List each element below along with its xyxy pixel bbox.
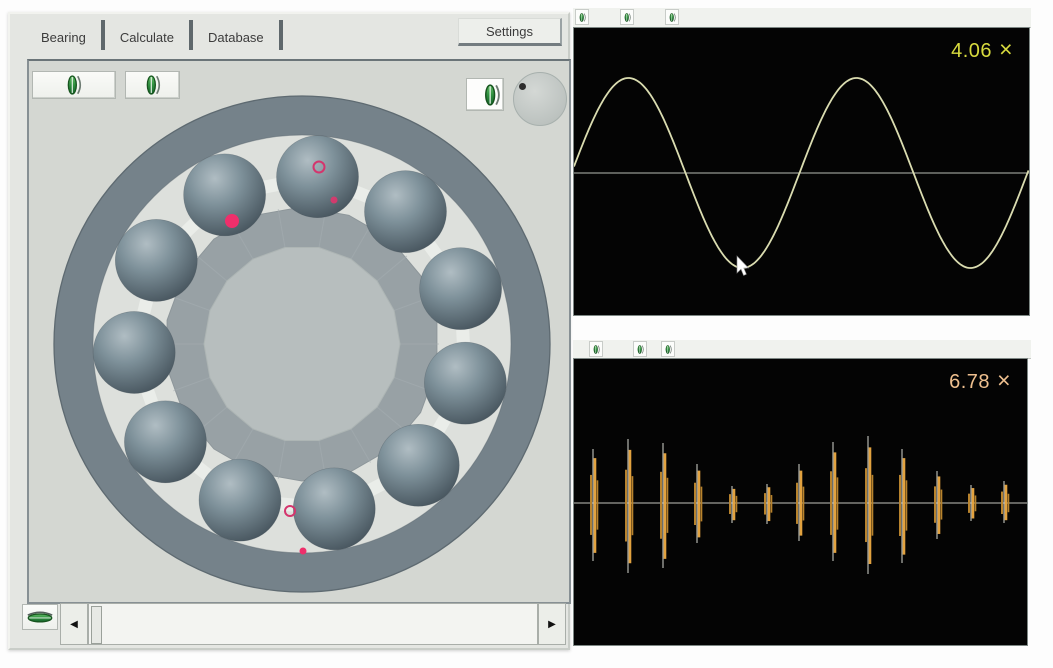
time-signal-scope: 4.06× (573, 27, 1030, 316)
impulse-signal-scope: 6.78× (573, 358, 1028, 646)
mouse-cursor-icon (737, 256, 749, 276)
scope1-multiplier: 4.06× (951, 36, 1013, 63)
transducer-icon (664, 343, 673, 356)
bearing-app-panel: Bearing Calculate Database Settings (8, 12, 570, 650)
knob-indicator-dot (519, 83, 526, 90)
scrollbar-thumb[interactable] (91, 606, 102, 644)
transducer-icon (143, 73, 163, 97)
times-symbol: × (997, 367, 1011, 393)
tab-calculate[interactable]: Calculate (107, 30, 187, 45)
mini-probe-button[interactable] (661, 341, 675, 357)
probe-button-3[interactable] (466, 78, 504, 111)
tab-bearing[interactable]: Bearing (28, 30, 99, 45)
tab-separator (279, 20, 283, 50)
scope2-toolbar (573, 340, 1031, 359)
tab-separator (189, 20, 193, 50)
probe-button-1[interactable] (32, 71, 116, 99)
mini-probe-button[interactable] (633, 341, 647, 357)
scrollbar-track[interactable] (88, 603, 538, 645)
bearing-viewport (27, 59, 571, 604)
scope1-toolbar (573, 8, 1031, 28)
transducer-icon (481, 82, 503, 108)
scroll-row: ◀ ▶ (10, 600, 568, 648)
sine-wave-display (574, 28, 1029, 315)
probe-button-2[interactable] (125, 71, 180, 99)
transducer-icon (636, 343, 645, 356)
mini-probe-button[interactable] (665, 9, 679, 25)
tab-database[interactable]: Database (195, 30, 277, 45)
transducer-icon (668, 11, 677, 24)
right-arrow-icon: ▶ (548, 619, 556, 630)
mini-probe-button[interactable] (620, 9, 634, 25)
scope2-multiplier: 6.78× (949, 367, 1011, 394)
tab-separator (101, 20, 105, 50)
app-window: Bearing Calculate Database Settings (0, 0, 1053, 668)
scroll-right-button[interactable]: ▶ (538, 603, 566, 645)
transducer-icon (64, 73, 84, 97)
transducer-icon (578, 11, 587, 24)
times-symbol: × (999, 36, 1013, 62)
scroll-left-button[interactable]: ◀ (60, 603, 88, 645)
horizontal-transducer-icon (25, 610, 55, 624)
bearing-diagram (29, 61, 569, 602)
mini-probe-button[interactable] (589, 341, 603, 357)
left-arrow-icon: ◀ (70, 619, 78, 630)
transducer-icon (623, 11, 632, 24)
impulse-train-display (574, 359, 1027, 645)
transducer-icon (592, 343, 601, 356)
flat-sensor-button[interactable] (22, 604, 58, 630)
mini-probe-button[interactable] (575, 9, 589, 25)
scope-column: 4.06× 6.78× (573, 0, 1031, 668)
speed-knob[interactable] (513, 72, 567, 126)
settings-button[interactable]: Settings (458, 18, 562, 46)
